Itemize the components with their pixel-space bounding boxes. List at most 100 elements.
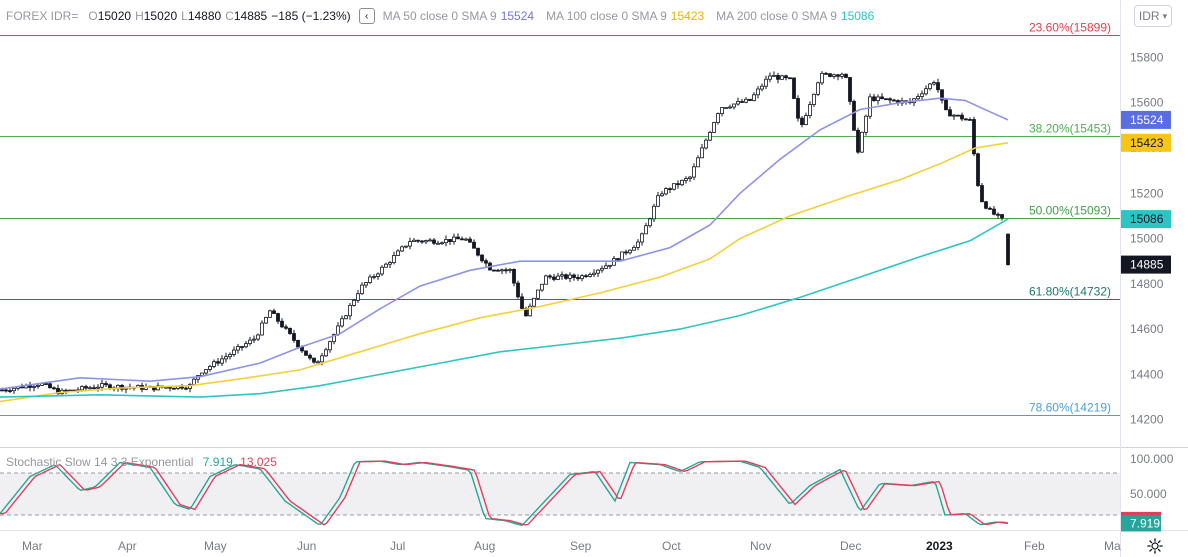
candle-body [556,275,560,280]
candle-body [460,238,464,241]
candle-body [620,251,624,261]
candle-body [444,239,448,244]
time-axis-label: Nov [750,539,771,553]
candle-body [856,129,860,153]
time-axis-label: Jun [297,539,316,553]
candle-body [244,343,248,348]
candle-body [268,310,272,318]
ohlc-open: O15020 [88,9,132,23]
candle-body [200,372,204,376]
candle-body [384,263,388,268]
candle-body [932,82,936,85]
candle-body [736,101,740,105]
ma200-value: 15086 [840,9,875,23]
candle-body [212,361,216,367]
candle-body [192,378,196,385]
candle-body [240,346,244,348]
stoch-k-value: 7.919 [202,455,233,469]
candle-body [732,103,736,108]
candle-body [220,358,224,364]
candle-body [84,386,88,389]
candle-body [740,101,744,103]
stoch-d-value: 13.025 [240,455,277,469]
candle-body [1000,214,1004,219]
ohlc-low: L14880 [181,9,222,23]
ohlc-close: C14885 [225,9,268,23]
chart-legend: FOREX IDR= O15020 H15020 L14880 C14885 −… [6,6,874,26]
candle-body [252,338,256,341]
candle-body [944,99,948,111]
ma200-label: MA 200 close 0 SMA 9 [716,9,837,23]
candle-body [764,78,768,87]
candle-body [276,313,280,322]
osc-tag-label: 7.919 [1130,516,1160,530]
candle-body [472,241,476,249]
candle-body [664,188,668,195]
candle-body [468,238,472,243]
candle-body [808,104,812,116]
candle-body [852,100,856,131]
candle-body [892,99,896,102]
time-axis-label: Jul [390,539,405,553]
candle-body [560,274,564,277]
candle-body [924,88,928,95]
candle-body [364,282,368,286]
time-axis-label: Ma [1104,539,1121,553]
candle-body [412,239,416,242]
candle-body [396,250,400,256]
candle-body [404,245,408,248]
candle-body [776,75,780,80]
candle-body [824,72,828,75]
candle-body [884,98,888,101]
price-tick-label: 14200 [1130,413,1164,427]
candle-body [536,289,540,299]
candle-body [516,282,520,298]
candle-body [320,355,324,363]
price-tag-label: 15086 [1130,212,1164,226]
candle-body [660,193,664,197]
candle-body [812,93,816,105]
chart-canvas[interactable]: 23.60%(15899) 38.20%(15453) 50.00%(15093) 6… [0,0,1188,557]
candle-body [372,276,376,278]
candle-body [448,239,452,242]
candle-body [748,98,752,101]
candle-body [572,274,576,278]
gear-icon[interactable] [1146,537,1164,555]
time-axis-label: Sep [570,539,592,553]
candle-body [600,267,604,271]
symbol-name: FOREX IDR= [6,9,79,23]
candle-body [760,85,764,90]
candle-body [948,109,952,117]
candles-group [0,71,1010,395]
candle-body [88,387,92,390]
candle-body [744,98,748,103]
time-axis-label: Mar [22,539,43,553]
candle-body [64,389,68,392]
candle-body [728,106,732,109]
fib-level-label: 38.20%(15453) [1029,122,1111,136]
candle-body [820,72,824,84]
candle-body [616,258,620,261]
candle-body [564,274,568,279]
price-tag-label: 14885 [1130,258,1164,272]
candle-body [236,346,240,351]
candle-body [32,385,36,388]
candle-body [688,176,692,179]
candle-body [308,354,312,359]
candle-body [964,118,968,121]
candle-body [248,339,252,345]
candle-body [400,246,404,252]
candle-body [840,73,844,77]
candle-body [876,96,880,102]
chevron-left-icon[interactable]: ‹ [358,8,375,24]
time-axis-label: Oct [662,539,681,553]
candle-body [604,265,608,269]
symbol-select-button[interactable]: IDR ▾ [1134,5,1172,27]
candle-body [644,225,648,235]
fib-level-label: 61.80%(14732) [1029,285,1111,299]
candle-body [580,275,584,280]
candle-body [928,83,932,90]
candle-body [752,94,756,101]
candle-body [328,341,332,351]
price-tag-label: 15423 [1130,136,1164,150]
